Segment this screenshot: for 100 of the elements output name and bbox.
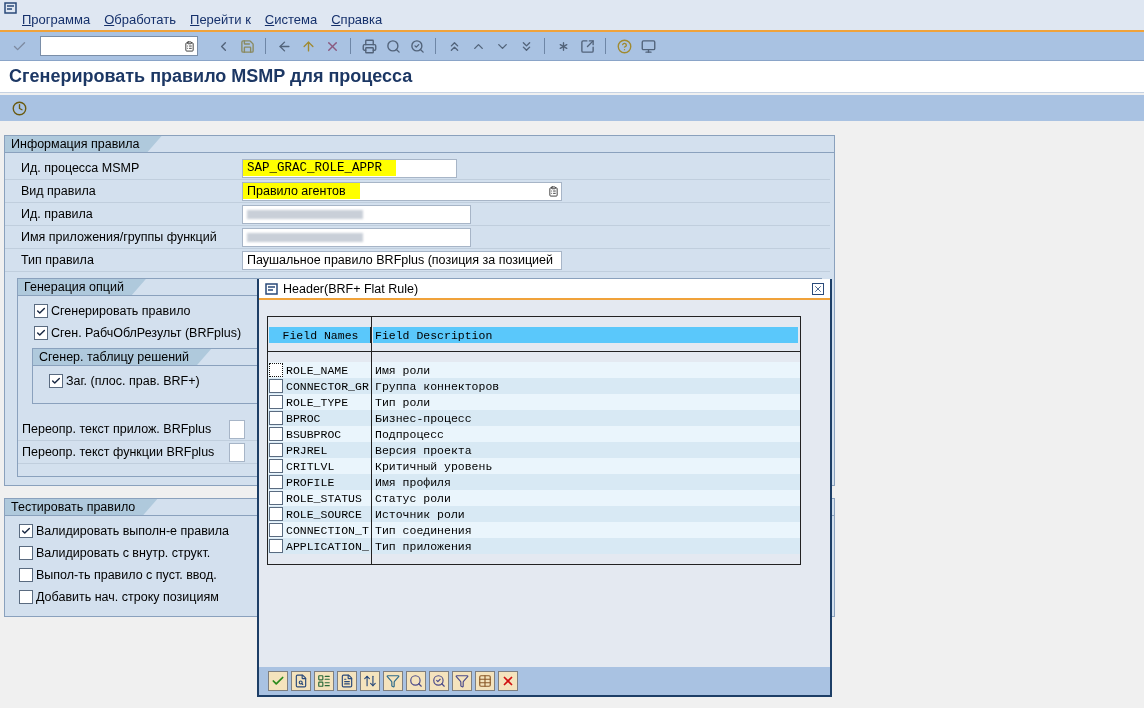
checkbox[interactable] [269, 491, 283, 505]
find-next-button[interactable] [429, 671, 449, 691]
field-label: Ид. правила [21, 207, 94, 221]
field-label: Ид. процесса MSMP [21, 161, 141, 175]
checkbox[interactable] [34, 326, 48, 340]
checkbox-label: Сген. РабчОблРезульт (BRFplus) [51, 326, 242, 340]
field-label: Тип правила [21, 253, 95, 267]
find-next-icon[interactable] [408, 37, 426, 55]
check-icon [271, 674, 285, 688]
table-cell: APPLICATION_ [286, 539, 369, 553]
checkbox-label: Сгенерировать правило [51, 304, 191, 318]
menu-item[interactable]: Программа [22, 12, 91, 27]
menu-item[interactable]: Справка [331, 12, 383, 27]
menu-item[interactable]: Система [264, 12, 318, 27]
find-icon[interactable] [384, 37, 402, 55]
checkbox[interactable] [49, 374, 63, 388]
checkbox[interactable] [269, 523, 283, 537]
close-icon [813, 283, 823, 294]
checkbox[interactable] [269, 459, 283, 473]
field-label: Вид правила [21, 184, 97, 198]
checkbox[interactable] [269, 395, 283, 409]
checkbox[interactable] [269, 363, 283, 377]
table-cell: Статус роли [375, 491, 451, 505]
table-cell: ROLE_TYPE [286, 395, 349, 409]
table-cell: Имя роли [375, 363, 431, 377]
checkbox[interactable] [269, 539, 283, 553]
group-title: Сгенер. таблицу решений [33, 349, 212, 365]
details-button[interactable] [291, 671, 311, 691]
document-button[interactable] [337, 671, 357, 691]
input-field[interactable] [242, 204, 471, 224]
confirm-button[interactable] [268, 671, 288, 691]
cancel-button[interactable] [498, 671, 518, 691]
table-cell: CONNECTION_T [286, 523, 369, 537]
checkbox[interactable] [269, 507, 283, 521]
command-field[interactable] [40, 36, 198, 56]
table-cell: Тип приложения [375, 539, 472, 553]
input-field[interactable] [229, 442, 245, 462]
column-header: Field Description [373, 327, 798, 343]
dropdown-icon[interactable] [548, 185, 559, 197]
table-cell: Бизнес-процесс [375, 411, 472, 425]
checkbox[interactable] [19, 568, 33, 582]
check-icon [36, 306, 46, 316]
input-field[interactable] [242, 227, 471, 247]
group-title: Генерация опций [18, 279, 146, 295]
dropdown-field[interactable]: Правило агентов [242, 181, 562, 201]
table-cell: Критичный уровень [375, 459, 493, 473]
field-label: Имя приложения/группы функций [21, 230, 218, 244]
field-value: SAP_GRAC_ROLE_APPR [243, 160, 397, 176]
find-button[interactable] [406, 671, 426, 691]
checkbox-label: Валидировать выполн-е правила [36, 524, 230, 538]
checkbox-label: Валидировать с внутр. структ. [36, 546, 211, 560]
table-cell: BSUBPROC [286, 427, 342, 441]
menu-item[interactable]: Обработать [104, 12, 177, 27]
check-icon [51, 376, 61, 386]
close-button[interactable] [812, 282, 824, 295]
sort-ascending-button[interactable] [360, 671, 380, 691]
input-field[interactable]: SAP_GRAC_ROLE_APPR [242, 158, 457, 178]
dropdown-field[interactable]: Паушальное правило BRFplus (позиция за позицией [242, 250, 562, 270]
field-value: Правило агентов [243, 183, 360, 199]
table-cell: Источник роли [375, 507, 465, 521]
table-cell: Подпроцесс [375, 427, 444, 441]
table-cell: BPROC [286, 411, 321, 425]
table-cell: CONNECTOR_GR [286, 379, 369, 393]
table-cell: Имя профиля [375, 475, 451, 489]
checkbox[interactable] [19, 546, 33, 560]
page-title: Сгенерировать правило MSMP для процесса [9, 66, 413, 87]
group-title: Тестировать правило [5, 499, 158, 515]
dialog-title: Header(BRF+ Flat Rule) [283, 281, 420, 296]
list-button[interactable] [314, 671, 334, 691]
table-button[interactable] [475, 671, 495, 691]
filter-button[interactable] [452, 671, 472, 691]
checkbox[interactable] [269, 443, 283, 457]
checkbox[interactable] [34, 304, 48, 318]
dropdown-icon[interactable] [184, 40, 195, 52]
table-cell: Тип роли [375, 395, 431, 409]
cross-icon [501, 674, 515, 688]
checkbox[interactable] [269, 379, 283, 393]
group-title: Информация правила [5, 136, 162, 152]
table-cell: ROLE_SOURCE [286, 507, 362, 521]
print-icon[interactable] [360, 37, 378, 55]
check-icon [21, 526, 31, 536]
table-cell: Тип соединения [375, 523, 472, 537]
field-value: Паушальное правило BRFplus (позиция за позицией [246, 252, 555, 268]
menu-item[interactable]: Перейти к [190, 12, 251, 27]
table-cell: CRITLVL [286, 459, 335, 473]
table-cell: PROFILE [286, 475, 335, 489]
dialog-icon [265, 282, 279, 295]
checkbox[interactable] [269, 411, 283, 425]
column-header: Field Names [269, 327, 371, 343]
checkbox[interactable] [19, 524, 33, 538]
field-label: Переопр. текст функции BRFplus [22, 445, 216, 459]
table-cell: Группа коннекторов [375, 379, 500, 393]
checkbox[interactable] [269, 427, 283, 441]
menu-icon[interactable] [4, 2, 18, 14]
field-label: Переопр. текст прилож. BRFplus [22, 422, 213, 436]
input-field[interactable] [229, 419, 245, 439]
checkbox-label: Выпол-ть правило с пуст. ввод. [36, 568, 217, 582]
checkbox[interactable] [19, 590, 33, 604]
check-icon [36, 328, 46, 338]
checkbox[interactable] [269, 475, 283, 489]
